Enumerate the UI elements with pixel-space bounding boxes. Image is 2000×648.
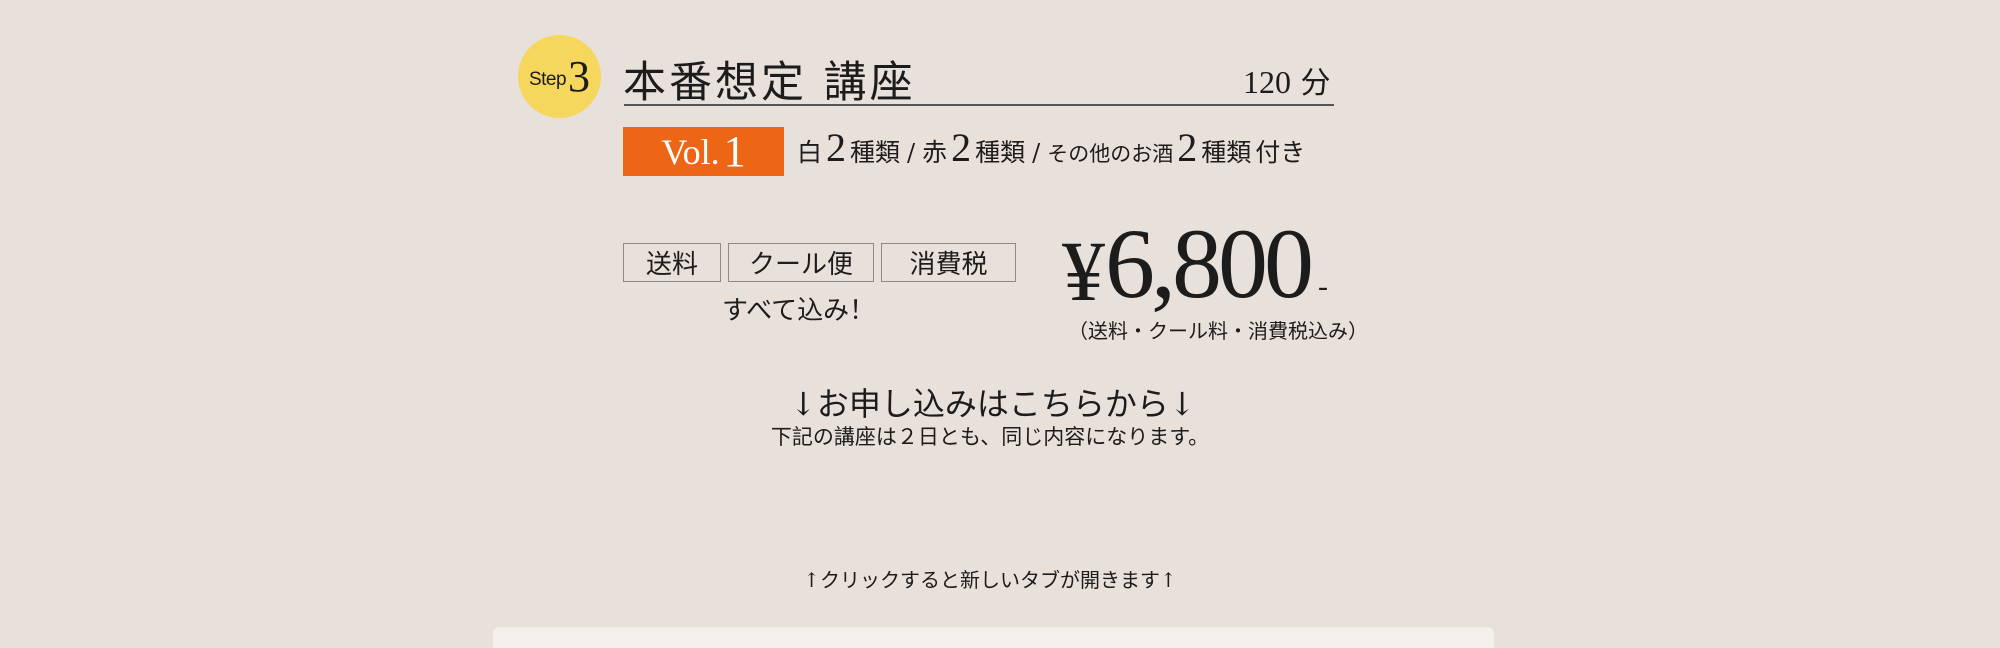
- tag-consumption-tax: 消費税: [881, 243, 1016, 282]
- other-count: 2: [1177, 125, 1198, 170]
- title-divider: [624, 104, 1334, 106]
- price-amount: 6,800: [1105, 208, 1314, 319]
- apply-heading: ↓お申し込みはこちらから↓: [790, 385, 1196, 423]
- course-title: 本番想定 講座: [623, 58, 916, 108]
- click-note: ↑クリックすると新しいタブが開きます↑: [803, 568, 1177, 592]
- price-dash: -: [1318, 270, 1328, 303]
- all-included-label: すべて込み！: [722, 296, 876, 326]
- white-label: 白: [797, 138, 823, 167]
- duration-unit: 分: [1300, 66, 1331, 101]
- red-count: 2: [951, 125, 972, 170]
- apply-subtext: 下記の講座は２日とも、同じ内容になります。: [770, 425, 1210, 449]
- wine-suffix: 付き: [1255, 138, 1306, 167]
- vol-number: 1: [723, 127, 746, 176]
- white-unit: 種類: [850, 138, 901, 167]
- separator: /: [907, 139, 916, 167]
- step-word: Step: [528, 68, 567, 90]
- course-duration: 120 分: [1243, 58, 1331, 102]
- other-unit: 種類: [1201, 138, 1252, 167]
- red-unit: 種類: [975, 138, 1026, 167]
- step-badge: Step 3: [518, 35, 601, 118]
- price-note: （送料・クール料・消費税込み）: [1068, 319, 1368, 343]
- tag-shipping: 送料: [623, 243, 721, 282]
- duration-value: 120: [1243, 64, 1291, 100]
- wine-info: 白 2 種類 / 赤 2 種類 / その他のお酒 2 種類 付き: [797, 124, 1305, 171]
- vol-badge: Vol. 1: [623, 127, 784, 176]
- step-number: 3: [568, 51, 591, 101]
- booking-embed-frame[interactable]: [493, 627, 1494, 648]
- red-label: 赤: [922, 138, 948, 167]
- white-count: 2: [826, 125, 847, 170]
- vol-prefix: Vol.: [661, 131, 720, 172]
- price: ¥ 6,800 -: [1062, 208, 1328, 319]
- currency-symbol: ¥: [1062, 223, 1105, 319]
- separator: /: [1032, 139, 1041, 167]
- other-label: その他のお酒: [1047, 142, 1174, 166]
- tag-cool-delivery: クール便: [728, 243, 874, 282]
